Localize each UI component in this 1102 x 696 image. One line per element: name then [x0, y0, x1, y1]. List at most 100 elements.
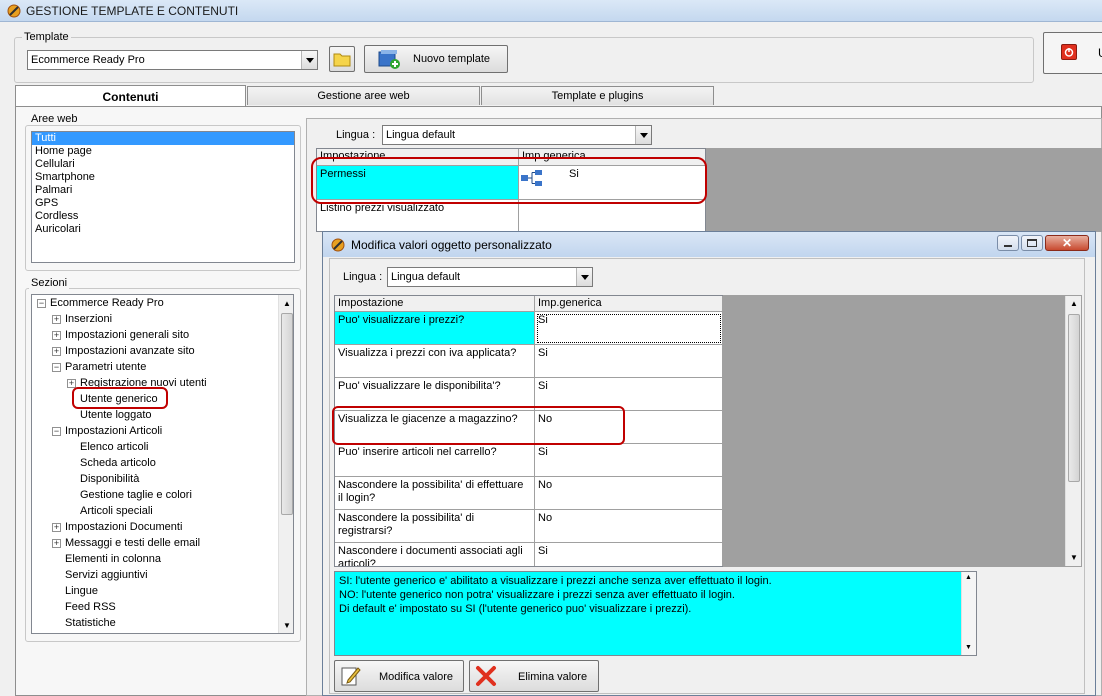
description-line: NO: l'utente generico non potra' visuali…	[339, 589, 735, 601]
maximize-button[interactable]	[1021, 235, 1043, 251]
scroll-up-icon[interactable]: ▲	[1070, 299, 1078, 308]
tree-node[interactable]: Ecommerce Ready Pro	[50, 297, 164, 309]
tree-toggle-icon[interactable]: +	[52, 539, 61, 548]
chevron-down-icon[interactable]	[635, 126, 651, 144]
tree-node[interactable]: Elementi in colonna	[65, 553, 161, 565]
maximize-icon	[1027, 239, 1037, 247]
modifica-dialog: Modifica valori oggetto personalizzato ✕…	[322, 231, 1096, 696]
table-cell[interactable]: No	[535, 477, 723, 510]
list-item[interactable]: Cellulari	[32, 158, 294, 171]
chevron-down-icon[interactable]	[301, 51, 317, 69]
description-box[interactable]: SI: l'utente generico e' abilitato a vis…	[334, 571, 977, 656]
tree-node[interactable]: Elenco articoli	[80, 441, 148, 453]
dialog-grid-scrollbar[interactable]: ▲ ▼	[1065, 296, 1081, 566]
delete-icon	[476, 666, 496, 686]
modifica-valore-button[interactable]: Modifica valore	[334, 660, 464, 692]
col-header-imp-generica[interactable]: Imp.generica	[535, 296, 723, 312]
description-scrollbar[interactable]: ▲ ▼	[961, 572, 976, 655]
tree-node[interactable]: Scheda articolo	[80, 457, 156, 469]
list-item[interactable]: Auricolari	[32, 223, 294, 236]
tree-node[interactable]: Gestione taglie e colori	[80, 489, 192, 501]
scroll-thumb[interactable]	[281, 313, 293, 515]
table-cell[interactable]: Nascondere la possibilita' di effettuare…	[335, 477, 535, 510]
power-icon	[1061, 44, 1077, 60]
tree-node[interactable]: Impostazioni Documenti	[65, 521, 182, 533]
scroll-up-icon[interactable]: ▲	[283, 299, 291, 308]
tab-template-e-plugins[interactable]: Template e plugins	[481, 86, 714, 105]
tree-toggle-icon[interactable]: +	[52, 331, 61, 340]
aree-web-legend: Aree web	[29, 113, 80, 125]
app-icon	[7, 4, 21, 18]
tree-node[interactable]: Messaggi e testi delle email	[65, 537, 200, 549]
tree-node[interactable]: Inserzioni	[65, 313, 112, 325]
tree-scrollbar[interactable]: ▲ ▼	[278, 295, 293, 633]
dialog-lingua-select[interactable]: Lingua default	[387, 267, 593, 287]
lingua-select[interactable]: Lingua default	[382, 125, 652, 145]
list-item[interactable]: Smartphone	[32, 171, 294, 184]
list-item[interactable]: Home page	[32, 145, 294, 158]
list-item[interactable]: Tutti	[32, 132, 294, 145]
elimina-valore-button[interactable]: Elimina valore	[469, 660, 599, 692]
exit-button[interactable]: U	[1043, 32, 1102, 74]
dialog-lingua-value: Lingua default	[391, 271, 461, 283]
tree-toggle-icon[interactable]: +	[52, 523, 61, 532]
chevron-down-icon[interactable]	[576, 268, 592, 286]
table-cell[interactable]: Si	[535, 444, 723, 477]
scroll-up-icon[interactable]: ▲	[965, 574, 972, 581]
table-cell[interactable]: No	[535, 510, 723, 543]
aree-web-list[interactable]: Tutti Home page Cellulari Smartphone Pal…	[31, 131, 295, 263]
table-cell[interactable]: Si	[535, 312, 723, 345]
col-header-impostazione[interactable]: Impostazione	[335, 296, 535, 312]
table-cell[interactable]: Nascondere la possibilita' di registrars…	[335, 510, 535, 543]
tree-toggle-icon[interactable]: +	[52, 315, 61, 324]
new-template-button[interactable]: Nuovo template	[364, 45, 508, 73]
scroll-down-icon[interactable]: ▼	[283, 621, 291, 630]
template-select[interactable]: Ecommerce Ready Pro	[27, 50, 318, 70]
tree-toggle-icon[interactable]: −	[52, 363, 61, 372]
list-item[interactable]: Cordless	[32, 210, 294, 223]
scroll-thumb[interactable]	[1068, 314, 1080, 482]
app-icon	[331, 238, 345, 252]
scroll-down-icon[interactable]: ▼	[1070, 553, 1078, 562]
tree-toggle-icon[interactable]: +	[52, 347, 61, 356]
template-legend: Template	[22, 31, 71, 43]
tree-node[interactable]: Lingue	[65, 585, 98, 597]
table-cell[interactable]: Puo' inserire articoli nel carrello?	[335, 444, 535, 477]
minimize-button[interactable]	[997, 235, 1019, 251]
tree-node[interactable]: Feed RSS	[65, 601, 116, 613]
template-select-value: Ecommerce Ready Pro	[31, 54, 145, 66]
table-cell[interactable]	[519, 200, 705, 231]
list-item[interactable]: GPS	[32, 197, 294, 210]
table-cell[interactable]: Nascondere i documenti associati agli ar…	[335, 543, 535, 566]
dialog-lingua-label: Lingua :	[343, 271, 383, 283]
close-button[interactable]: ✕	[1045, 235, 1089, 251]
tree-node[interactable]: Servizi aggiuntivi	[65, 569, 148, 581]
list-item[interactable]: Palmari	[32, 184, 294, 197]
highlight-utente-generico	[72, 387, 168, 409]
tree-node[interactable]: Impostazioni avanzate sito	[65, 345, 195, 357]
tab-gestione-aree-web[interactable]: Gestione aree web	[247, 86, 480, 105]
open-folder-button[interactable]	[329, 46, 355, 72]
tree-node[interactable]: Parametri utente	[65, 361, 146, 373]
tree-node[interactable]: Impostazioni generali sito	[65, 329, 189, 341]
tree-node[interactable]: Articoli speciali	[80, 505, 153, 517]
new-template-icon	[378, 50, 400, 69]
elimina-valore-label: Elimina valore	[518, 671, 588, 683]
tree-node[interactable]: Impostazioni Articoli	[65, 425, 162, 437]
table-cell[interactable]: Si	[535, 543, 723, 566]
scroll-down-icon[interactable]: ▼	[965, 644, 972, 651]
tree-toggle-icon[interactable]: −	[37, 299, 46, 308]
table-cell[interactable]: Si	[535, 345, 723, 378]
sezioni-tree[interactable]: − Ecommerce Ready Pro + Inserzioni + Impostaz…	[31, 294, 294, 634]
table-cell[interactable]: Listino prezzi visualizzato	[317, 200, 519, 231]
tree-toggle-icon[interactable]: −	[52, 427, 61, 436]
tab-contenuti[interactable]: Contenuti	[15, 85, 246, 107]
tree-node[interactable]: Disponibilità	[80, 473, 139, 485]
tree-node[interactable]: Chiavi	[65, 633, 96, 634]
tree-node[interactable]: Statistiche	[65, 617, 116, 629]
highlight-permessi	[311, 157, 707, 204]
window-titlebar: GESTIONE TEMPLATE E CONTENUTI	[0, 0, 1102, 22]
table-cell[interactable]: Visualizza i prezzi con iva applicata?	[335, 345, 535, 378]
tree-node[interactable]: Utente loggato	[80, 409, 152, 421]
table-cell[interactable]: Puo' visualizzare i prezzi?	[335, 312, 535, 345]
